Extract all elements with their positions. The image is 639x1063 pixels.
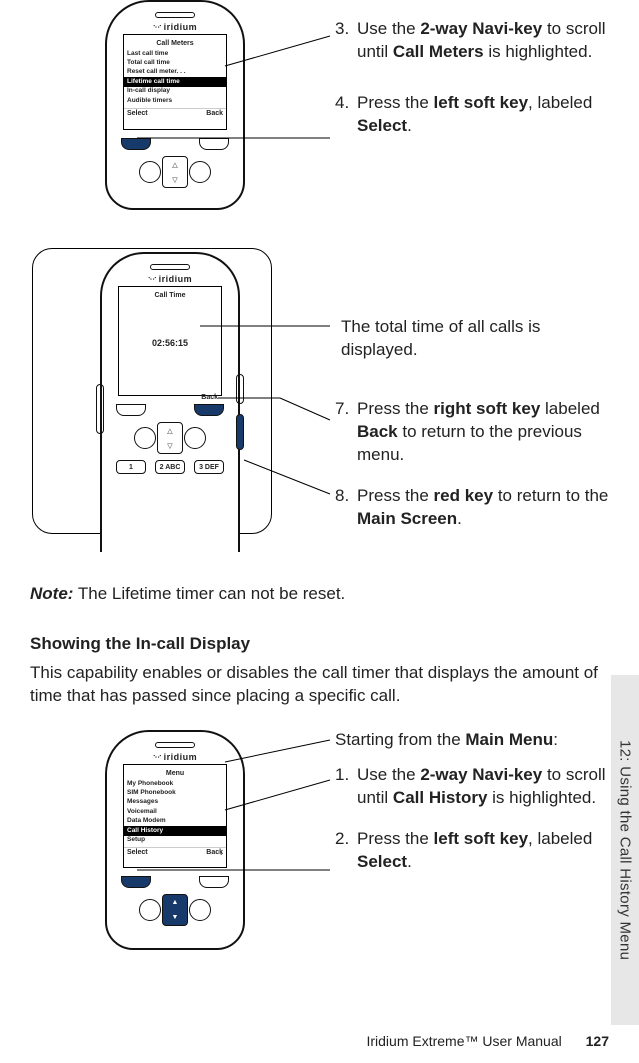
menu-item: SIM Phonebook xyxy=(124,788,226,797)
left-soft-key[interactable] xyxy=(121,876,151,888)
phone-screen: Menu My Phonebook SIM Phonebook Messages… xyxy=(123,764,227,868)
side-button-right-upper[interactable] xyxy=(236,374,244,404)
step-8: 8. Press the red key to return to the Ma… xyxy=(335,485,609,531)
page-number: 127 xyxy=(586,1033,609,1049)
menu-item: Total call time xyxy=(124,58,226,67)
navi-key[interactable]: △▽ xyxy=(162,156,188,188)
step-4: 4. Press the left soft key, labeled Sele… xyxy=(335,92,609,138)
phone-illustration-call-time: ⠢⠔iridium Call Time 02:56:15 Back △▽ xyxy=(100,252,240,552)
earpiece xyxy=(150,264,190,270)
phone-illustration-call-meters: ⠢⠔iridium Call Meters Last call time Tot… xyxy=(105,0,245,210)
brand-logo: ⠢⠔iridium xyxy=(112,274,228,284)
right-soft-key[interactable] xyxy=(194,404,224,416)
softkey-labels: Select Back xyxy=(124,847,226,858)
menu-item: My Phonebook xyxy=(124,779,226,788)
menu-item: Last call time xyxy=(124,49,226,58)
menu-item-highlighted: Call History xyxy=(124,826,226,835)
nav-left[interactable] xyxy=(139,899,161,921)
nav-right[interactable] xyxy=(189,161,211,183)
call-time-value: 02:56:15 xyxy=(119,307,221,379)
menu-item: In-call display xyxy=(124,87,226,96)
earpiece xyxy=(155,12,195,18)
nav-right[interactable] xyxy=(184,427,206,449)
left-soft-key[interactable] xyxy=(121,138,151,150)
intro-text: This capability enables or disables the … xyxy=(30,662,609,708)
navi-key[interactable]: ▲▼ xyxy=(162,894,188,926)
menu-list: My Phonebook SIM Phonebook Messages Voic… xyxy=(124,779,226,845)
keypad: ▲▼ xyxy=(117,876,233,928)
screen-title: Call Meters xyxy=(153,40,196,47)
menu-item: Reset call meter. . . xyxy=(124,68,226,77)
starting-line: Starting from the Main Menu: xyxy=(335,730,609,750)
nav-right[interactable] xyxy=(189,899,211,921)
nav-left[interactable] xyxy=(134,427,156,449)
phone-screen: Call Meters Last call time Total call ti… xyxy=(123,34,227,130)
menu-item-highlighted: Lifetime call time xyxy=(124,77,226,86)
key-1[interactable]: 1 xyxy=(116,460,146,474)
softkey-left-label: Select xyxy=(127,849,148,856)
brand-logo: ⠢⠔iridium xyxy=(117,22,233,32)
right-soft-key[interactable] xyxy=(199,138,229,150)
menu-item: Voicemail xyxy=(124,807,226,816)
menu-item: Setup xyxy=(124,836,226,845)
step-7: 7. Press the right soft key labeled Back… xyxy=(335,398,609,467)
key-3[interactable]: 3 DEF xyxy=(194,460,224,474)
softkey-labels: Back xyxy=(119,393,221,403)
side-button-left[interactable] xyxy=(96,384,104,434)
phone-screen: Call Time 02:56:15 Back xyxy=(118,286,222,396)
scroll-down-icon: ↓ xyxy=(220,850,224,857)
step-3: 3. Use the 2-way Navi-key to scroll unti… xyxy=(335,18,609,64)
menu-list: Last call time Total call time Reset cal… xyxy=(124,49,226,106)
nav-left[interactable] xyxy=(139,161,161,183)
softkey-left-label: Select xyxy=(127,110,148,117)
right-soft-key[interactable] xyxy=(199,876,229,888)
menu-item: Messages xyxy=(124,798,226,807)
earpiece xyxy=(155,742,195,748)
keypad: △▽ xyxy=(117,138,233,190)
key-2[interactable]: 2 ABC xyxy=(155,460,185,474)
heading-in-call-display: Showing the In-call Display xyxy=(30,634,250,654)
phone-illustration-main-menu: ⠢⠔iridium Menu My Phonebook SIM Phoneboo… xyxy=(105,730,245,950)
left-soft-key[interactable] xyxy=(116,404,146,416)
step-1: 1. Use the 2-way Navi-key to scroll unti… xyxy=(335,764,609,810)
screen-title: Call Time xyxy=(152,292,189,299)
screen-title: Menu xyxy=(163,770,187,777)
brand-logo: ⠢⠔iridium xyxy=(117,752,233,762)
menu-item: Audible timers xyxy=(124,96,226,105)
info-total-time: The total time of all calls is displayed… xyxy=(335,316,609,362)
softkey-labels: Select Back xyxy=(124,108,226,119)
step-2: 2. Press the left soft key, labeled Sele… xyxy=(335,828,609,874)
menu-item: Data Modem xyxy=(124,817,226,826)
chapter-side-tab: 12: Using the Call History Menu xyxy=(611,675,639,1025)
keypad: △▽ 1 2 ABC 3 DEF xyxy=(112,404,228,474)
page-footer: Iridium Extreme™ User Manual 127 xyxy=(0,1033,639,1049)
red-key[interactable] xyxy=(236,414,244,450)
note-lifetime-timer: Note: The Lifetime timer can not be rese… xyxy=(30,584,609,604)
footer-title: Iridium Extreme™ User Manual xyxy=(366,1033,561,1049)
softkey-right-label: Back xyxy=(206,110,223,117)
navi-key[interactable]: △▽ xyxy=(157,422,183,454)
softkey-right-label: Back xyxy=(201,394,218,401)
